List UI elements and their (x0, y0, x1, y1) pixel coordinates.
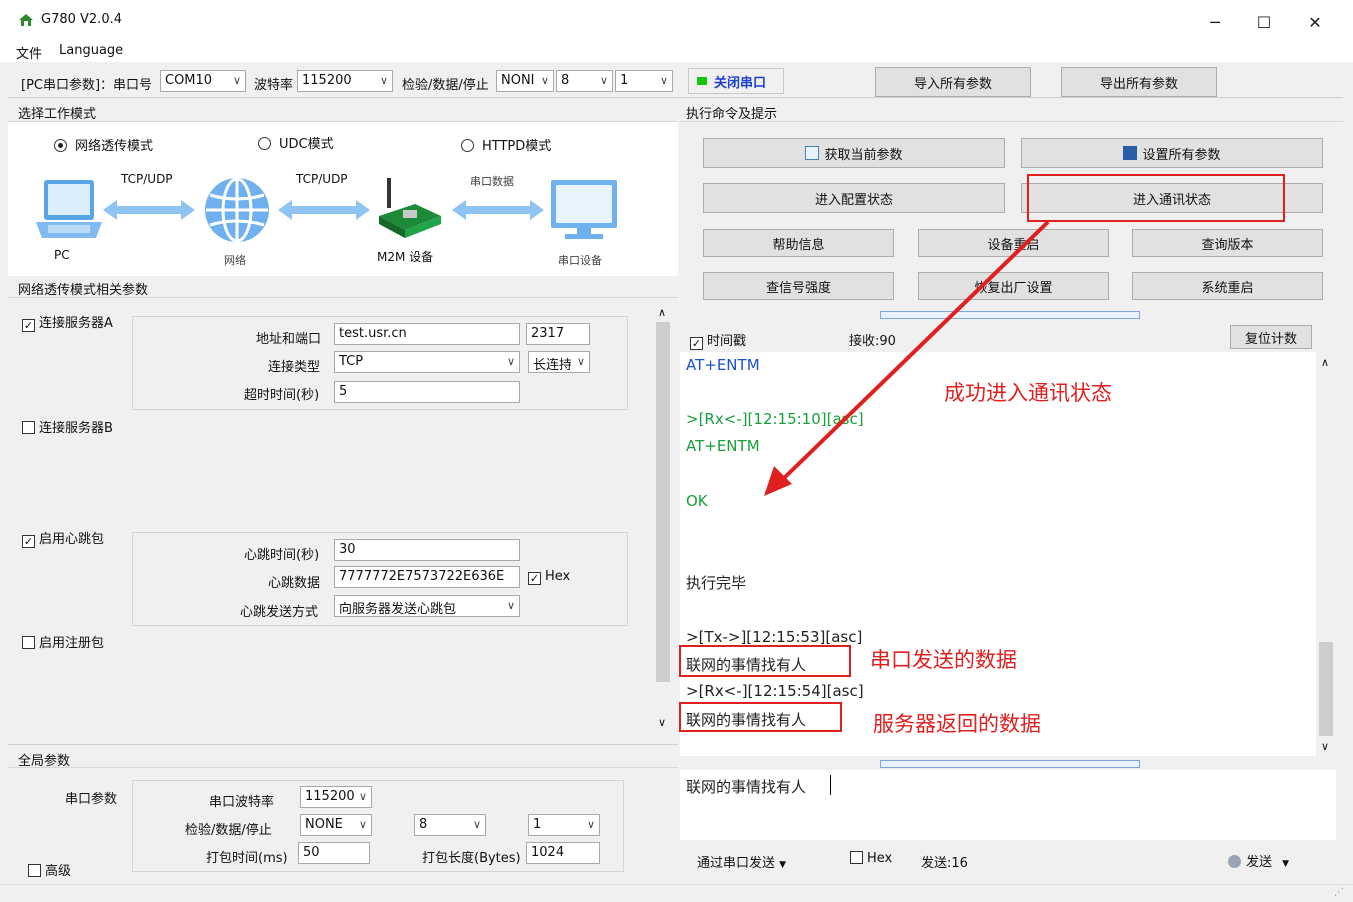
annotation-success-text: 成功进入通讯状态 (944, 381, 1112, 405)
annotation-returned-text: 服务器返回的数据 (873, 712, 1041, 736)
annotation-sent-text: 串口发送的数据 (870, 648, 1017, 672)
status-strip: ⋰ (0, 884, 1353, 902)
annotation-arrow (764, 220, 1050, 496)
resize-grip-icon[interactable]: ⋰ (1334, 887, 1344, 898)
